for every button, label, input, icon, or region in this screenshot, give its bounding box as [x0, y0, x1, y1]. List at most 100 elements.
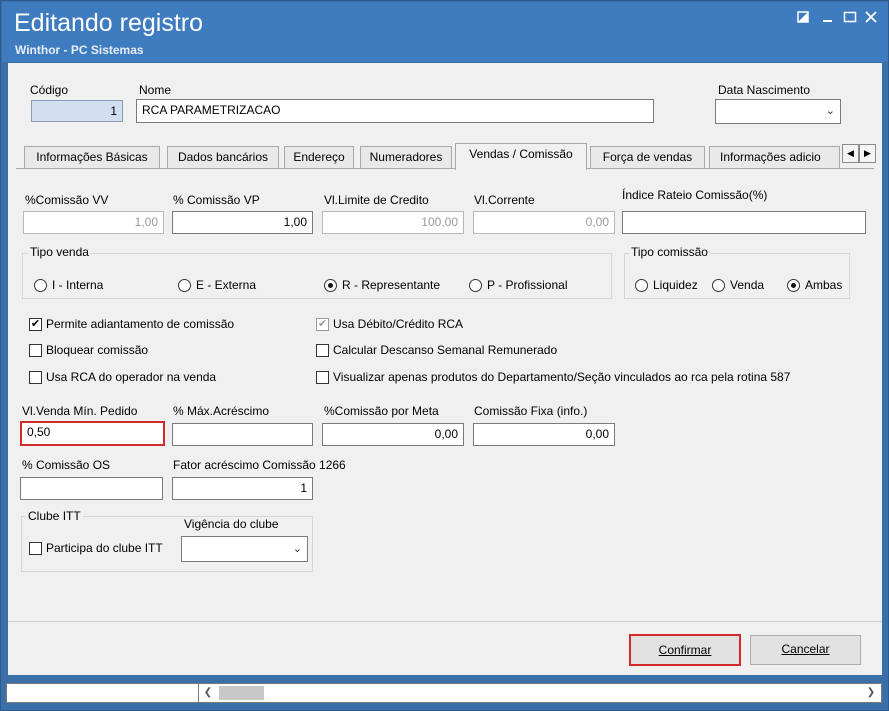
venda-min-field[interactable]: 0,50 — [20, 421, 165, 446]
check-participa-clube-label: Participa do clube ITT — [46, 541, 163, 555]
data-nascimento-select[interactable]: ⌄ — [715, 99, 841, 124]
checkbox-icon — [29, 541, 42, 555]
tab-informacoes-adicionais[interactable]: Informações adicio — [709, 146, 840, 168]
radio-representante-label: R - Representante — [342, 278, 441, 292]
window-subtitle: Winthor - PC Sistemas — [15, 43, 144, 57]
title-bar[interactable]: Editando registro Winthor - PC Sistemas — [2, 2, 888, 62]
check-usa-debito-credito[interactable]: ✔ Usa Débito/Crédito RCA — [316, 317, 463, 331]
maximize-icon[interactable] — [839, 10, 861, 30]
comissao-meta-field[interactable]: 0,00 — [322, 423, 464, 446]
comissao-os-field[interactable] — [20, 477, 163, 500]
comissao-vv-field[interactable]: 1,00 — [23, 211, 164, 234]
radio-interna[interactable]: I - Interna — [34, 278, 103, 292]
radio-circle-icon — [469, 278, 482, 292]
check-visualizar-produtos[interactable]: Visualizar apenas produtos do Departamen… — [316, 370, 790, 384]
confirmar-button-label: Confirmar — [658, 643, 712, 657]
cancelar-button-label: Cancelar — [781, 642, 830, 656]
check-bloquear-comissao[interactable]: Bloquear comissão — [29, 343, 148, 357]
chevron-down-icon: ⌄ — [825, 105, 835, 117]
tab-informacoes-basicas[interactable]: Informações Básicas — [24, 146, 160, 168]
radio-liquidez[interactable]: Liquidez — [635, 278, 698, 292]
tab-divider — [16, 168, 874, 169]
radio-circle-icon — [712, 278, 725, 292]
vl-corrente-field[interactable]: 0,00 — [473, 211, 615, 234]
chevron-down-icon: ⌄ — [292, 543, 302, 555]
close-icon[interactable] — [860, 10, 882, 30]
check-descanso-semanal[interactable]: Calcular Descanso Semanal Remunerado — [316, 343, 557, 357]
checkbox-icon — [316, 370, 329, 384]
check-usa-rca-operador-label: Usa RCA do operador na venda — [46, 370, 217, 384]
comissao-meta-label: %Comissão por Meta — [324, 404, 439, 418]
max-acrescimo-field[interactable] — [172, 423, 313, 446]
window-title: Editando registro — [14, 9, 204, 37]
check-permite-adiantamento[interactable]: ✔ Permite adiantamento de comissão — [29, 317, 234, 331]
radio-liquidez-label: Liquidez — [653, 278, 698, 292]
limite-credito-field[interactable]: 100,00 — [322, 211, 464, 234]
radio-ambas[interactable]: Ambas — [787, 278, 842, 292]
tab-forca-de-vendas[interactable]: Força de vendas — [590, 146, 705, 168]
checkbox-checked-icon: ✔ — [316, 317, 329, 331]
comissao-vv-label: %Comissão VV — [25, 193, 109, 207]
check-participa-clube[interactable]: Participa do clube ITT — [29, 541, 163, 555]
tab-dados-bancarios[interactable]: Dados bancários — [167, 146, 279, 168]
indice-rateio-label: Índice Rateio Comissão(%) — [622, 188, 768, 202]
checkbox-icon — [316, 343, 329, 357]
radio-ambas-label: Ambas — [805, 278, 843, 292]
indice-rateio-field[interactable] — [622, 211, 866, 234]
scroll-left-icon[interactable]: ❮ — [201, 686, 215, 700]
radio-circle-icon — [635, 278, 648, 292]
dialog-body: Código 1 Nome RCA PARAMETRIZACAO Data Na… — [8, 63, 882, 675]
radio-selected-icon — [324, 278, 337, 292]
vl-corrente-label: Vl.Corrente — [474, 193, 535, 207]
check-visualizar-produtos-label: Visualizar apenas produtos do Departamen… — [333, 370, 791, 384]
radio-selected-icon — [787, 278, 800, 292]
limite-credito-label: Vl.Limite de Credito — [324, 193, 429, 207]
window-frame: Editando registro Winthor - PC Sistemas … — [0, 0, 889, 711]
vigencia-label: Vigência do clube — [184, 517, 279, 531]
cancelar-button[interactable]: Cancelar — [750, 635, 861, 665]
check-usa-debito-credito-label: Usa Débito/Crédito RCA — [333, 317, 464, 331]
codigo-field[interactable]: 1 — [31, 100, 123, 122]
radio-profissional-label: P - Profissional — [487, 278, 568, 292]
tab-numeradores[interactable]: Numeradores — [360, 146, 452, 168]
check-bloquear-comissao-label: Bloquear comissão — [46, 343, 149, 357]
tipo-venda-group — [22, 253, 612, 299]
check-descanso-semanal-label: Calcular Descanso Semanal Remunerado — [333, 343, 558, 357]
vigencia-select[interactable]: ⌄ — [181, 536, 308, 562]
comissao-os-label: % Comissão OS — [22, 458, 111, 472]
comissao-vp-label: % Comissão VP — [173, 193, 260, 207]
footer-divider — [8, 621, 882, 622]
fator-field[interactable]: 1 — [172, 477, 313, 500]
clube-itt-title: Clube ITT — [26, 509, 83, 523]
radio-representante[interactable]: R - Representante — [324, 278, 440, 292]
tipo-comissao-title: Tipo comissão — [629, 245, 710, 259]
codigo-label: Código — [30, 83, 69, 97]
radio-externa[interactable]: E - Externa — [178, 278, 256, 292]
restore-icon[interactable] — [792, 10, 814, 30]
tipo-comissao-group — [624, 253, 850, 299]
confirmar-button[interactable]: Confirmar — [629, 634, 741, 666]
tab-endereco[interactable]: Endereço — [284, 146, 354, 168]
bottom-divider — [198, 684, 199, 702]
radio-externa-label: E - Externa — [196, 278, 257, 292]
nome-field[interactable]: RCA PARAMETRIZACAO — [136, 99, 654, 123]
scrollbar-thumb[interactable] — [219, 686, 264, 700]
minimize-icon[interactable] — [817, 10, 839, 30]
radio-venda-label: Venda — [730, 278, 765, 292]
tab-scroll-left-icon[interactable]: ◀ — [842, 144, 859, 163]
comissao-fixa-field[interactable]: 0,00 — [473, 423, 615, 446]
scroll-right-icon[interactable]: ❯ — [864, 686, 878, 700]
checkbox-icon — [29, 370, 42, 384]
check-usa-rca-operador[interactable]: Usa RCA do operador na venda — [29, 370, 216, 384]
check-permite-adiantamento-label: Permite adiantamento de comissão — [46, 317, 235, 331]
data-nascimento-label: Data Nascimento — [718, 83, 811, 97]
venda-min-label: Vl.Venda Mín. Pedido — [22, 404, 138, 418]
comissao-fixa-label: Comissão Fixa (info.) — [474, 404, 588, 418]
tab-scroll-right-icon[interactable]: ▶ — [859, 144, 876, 163]
radio-venda[interactable]: Venda — [712, 278, 764, 292]
checkbox-icon — [29, 343, 42, 357]
fator-label: Fator acréscimo Comissão 1266 — [173, 458, 346, 472]
radio-profissional[interactable]: P - Profissional — [469, 278, 567, 292]
tab-vendas-comissao[interactable]: Vendas / Comissão — [455, 143, 587, 170]
comissao-vp-field[interactable]: 1,00 — [172, 211, 313, 234]
